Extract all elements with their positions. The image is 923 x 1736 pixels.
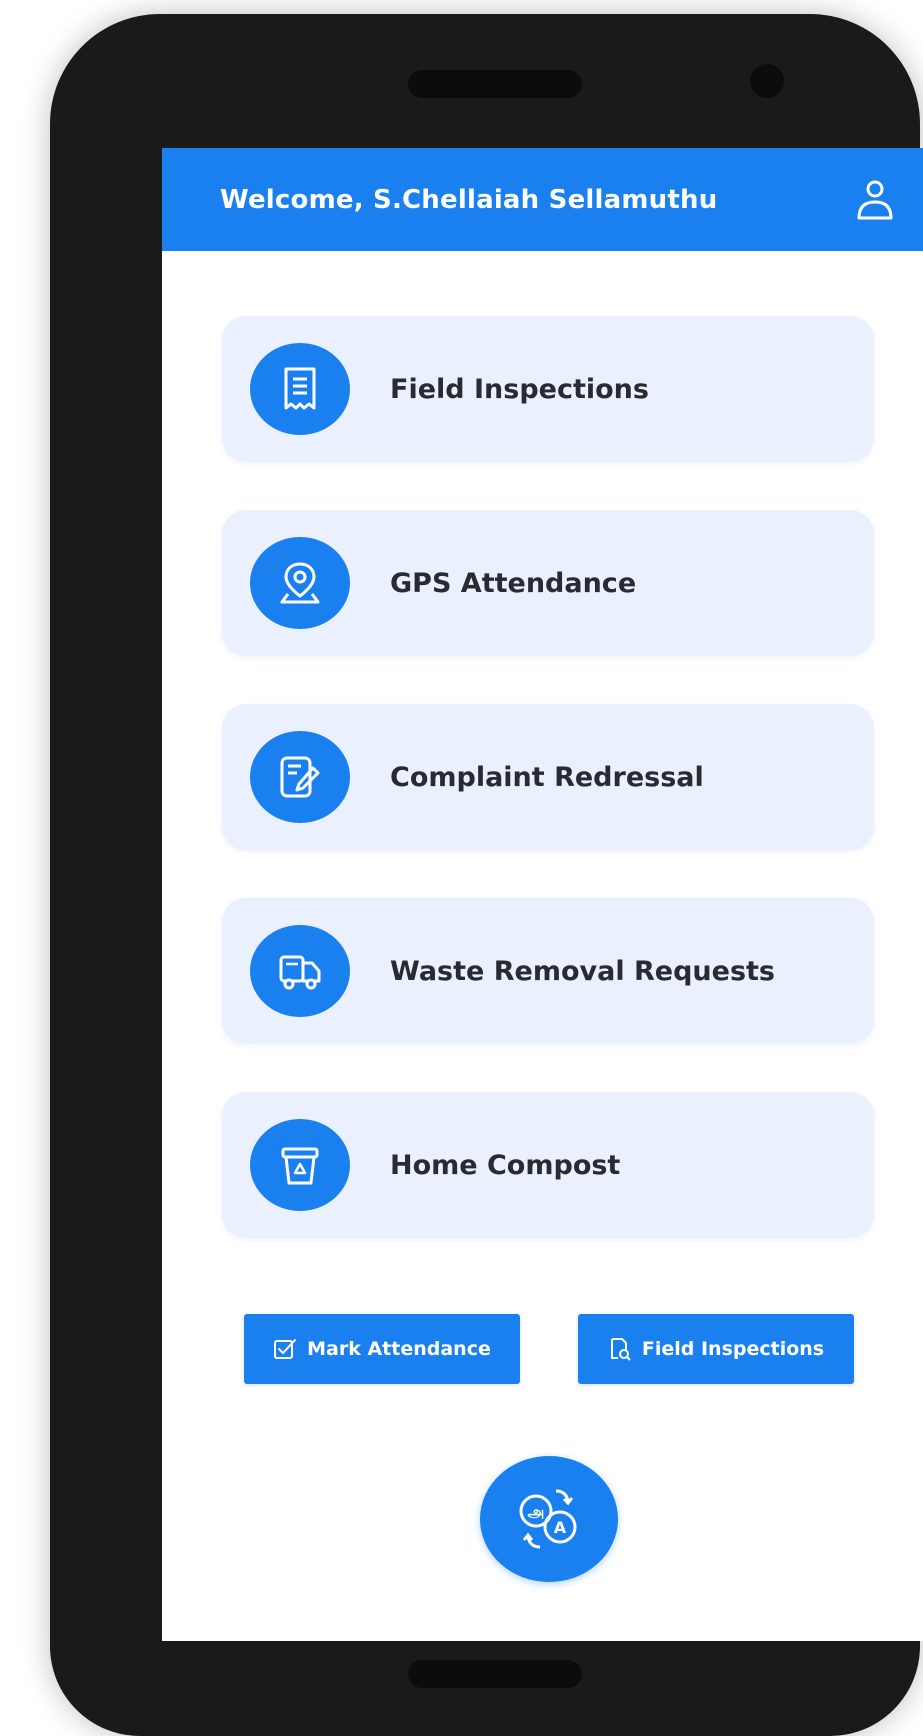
compost-bin-icon bbox=[281, 1147, 319, 1185]
menu-item-gps-attendance[interactable]: GPS Attendance bbox=[222, 510, 874, 656]
svg-text:A: A bbox=[554, 1518, 567, 1537]
menu-item-complaint-redressal[interactable]: Complaint Redressal bbox=[222, 704, 874, 850]
checkbox-edit-icon bbox=[273, 1338, 297, 1360]
menu-item-field-inspections[interactable]: Field Inspections bbox=[222, 316, 874, 462]
menu-icon-circle bbox=[250, 925, 350, 1017]
receipt-document-icon bbox=[284, 367, 316, 410]
menu-item-waste-removal-requests[interactable]: Waste Removal Requests bbox=[222, 898, 874, 1044]
app-screen: Welcome, S.Chellaiah Sellamuthu Field In… bbox=[162, 148, 923, 1641]
menu-item-home-compost[interactable]: Home Compost bbox=[222, 1092, 874, 1238]
truck-icon bbox=[279, 955, 321, 990]
menu-list: Field Inspections GPS Attendance Complai… bbox=[222, 316, 874, 1286]
user-icon bbox=[857, 180, 893, 219]
location-pin-icon bbox=[280, 562, 320, 604]
menu-item-label: Home Compost bbox=[390, 1149, 621, 1181]
profile-button[interactable] bbox=[850, 175, 900, 225]
phone-frame: Welcome, S.Chellaiah Sellamuthu Field In… bbox=[50, 14, 923, 1736]
field-inspections-label: Field Inspections bbox=[641, 1338, 825, 1360]
app-header: Welcome, S.Chellaiah Sellamuthu bbox=[162, 148, 923, 251]
translate-button[interactable]: அ A bbox=[480, 1456, 618, 1582]
menu-item-label: Field Inspections bbox=[390, 373, 649, 405]
translate-language-icon: அ A bbox=[519, 1489, 577, 1549]
field-inspections-button[interactable]: Field Inspections bbox=[578, 1314, 854, 1384]
menu-icon-circle bbox=[250, 1119, 350, 1211]
mark-attendance-label: Mark Attendance bbox=[307, 1338, 491, 1360]
menu-icon-circle bbox=[250, 537, 350, 629]
menu-item-label: Complaint Redressal bbox=[390, 761, 704, 793]
document-search-icon bbox=[608, 1337, 632, 1361]
mark-attendance-button[interactable]: Mark Attendance bbox=[244, 1314, 520, 1384]
phone-home-bar bbox=[408, 1660, 582, 1688]
menu-icon-circle bbox=[250, 731, 350, 823]
menu-item-label: GPS Attendance bbox=[390, 567, 637, 599]
welcome-text: Welcome, S.Chellaiah Sellamuthu bbox=[220, 184, 718, 215]
svg-text:அ: அ bbox=[528, 1503, 545, 1521]
menu-icon-circle bbox=[250, 343, 350, 435]
phone-camera bbox=[750, 64, 784, 98]
menu-item-label: Waste Removal Requests bbox=[390, 955, 776, 987]
phone-speaker bbox=[408, 70, 582, 98]
edit-document-icon bbox=[280, 756, 320, 798]
